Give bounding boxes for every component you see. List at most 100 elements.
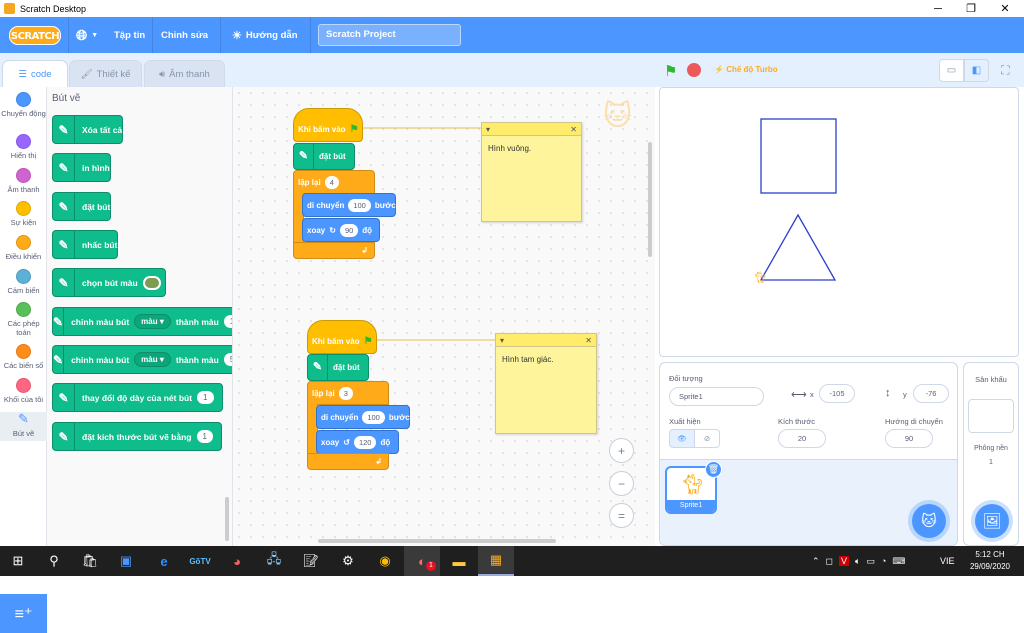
taskbar-notepad[interactable]: 📝︎ bbox=[293, 546, 329, 576]
wifi-icon[interactable]: ◔ bbox=[881, 556, 886, 566]
keyboard-icon[interactable]: ⌨ bbox=[892, 556, 905, 567]
category-my-blocks[interactable]: Khối của tôi bbox=[0, 378, 47, 404]
green-flag-icon[interactable]: ⚑ bbox=[664, 62, 677, 80]
clock[interactable]: 5:12 CH 29/09/2020 bbox=[960, 549, 1020, 573]
taskbar-edge[interactable]: e bbox=[146, 546, 182, 576]
meet-icon[interactable]: ◻ bbox=[826, 556, 833, 567]
when-flag-clicked-block[interactable]: Khi bấm vào ⚑ bbox=[307, 320, 377, 354]
palette-block-change-pen-size[interactable]: ✎ thay đổi độ dày của nét bút 1 bbox=[52, 383, 223, 412]
palette-block-stamp[interactable]: ✎ in hình bbox=[52, 153, 111, 182]
battery-icon[interactable]: ▭ bbox=[866, 556, 875, 567]
close-icon[interactable]: ✕ bbox=[585, 336, 592, 345]
value-input[interactable]: 1 bbox=[196, 430, 213, 443]
value-input[interactable]: 1 bbox=[223, 315, 232, 328]
tab-code[interactable]: ☰ code bbox=[2, 60, 68, 87]
taskbar-app[interactable]: ◐ 1 bbox=[404, 546, 440, 576]
zoom-out-button[interactable]: − bbox=[609, 471, 634, 496]
move-steps-block[interactable]: di chuyển 100 bước bbox=[302, 193, 396, 217]
tutorials-menu[interactable]: ☀ Hướng dẫn bbox=[232, 17, 298, 53]
category-looks[interactable]: Hiển thị bbox=[0, 134, 47, 160]
taskbar-paint[interactable]: ◕ bbox=[219, 546, 255, 576]
repeat-count-input[interactable]: 4 bbox=[324, 175, 339, 189]
comment-note[interactable]: ▾ ✕ Hình vuông. bbox=[481, 122, 582, 222]
search-button[interactable]: ⚲ bbox=[36, 546, 72, 576]
taskbar-settings[interactable]: ⚙ bbox=[330, 546, 366, 576]
when-flag-clicked-block[interactable]: Khi bấm vào ⚑ bbox=[293, 108, 363, 142]
choose-backdrop-button[interactable]: 🖼︎ bbox=[975, 504, 1009, 538]
stage-canvas[interactable]: 🐈︎ bbox=[659, 87, 1019, 357]
move-steps-block[interactable]: di chuyển 100 bước bbox=[316, 405, 410, 429]
taskbar-file-explorer[interactable]: ▬ bbox=[441, 546, 477, 576]
palette-block-set-pen-color[interactable]: ✎ chọn bút màu bbox=[52, 268, 166, 297]
repeat-block[interactable]: lặp lại 4 bbox=[293, 170, 375, 194]
comment-note[interactable]: ▾ ✕ Hình tam giác. bbox=[495, 333, 597, 434]
taskbar-network[interactable]: 🖧 bbox=[256, 546, 292, 576]
palette-block-change-pen-param[interactable]: ✎ chỉnh màu bút màu ▾ thành màu 5 bbox=[52, 345, 232, 374]
choose-sprite-button[interactable]: 🐱︎ bbox=[912, 504, 946, 538]
zoom-in-button[interactable]: + bbox=[609, 438, 634, 463]
move-steps-input[interactable]: 100 bbox=[362, 410, 385, 424]
hide-button[interactable]: ⊘ bbox=[694, 429, 720, 448]
param-dropdown[interactable]: màu ▾ bbox=[134, 352, 171, 367]
show-button[interactable]: 👁︎ bbox=[669, 429, 695, 448]
volume-icon[interactable]: 🔈︎ bbox=[855, 556, 860, 567]
category-pen[interactable]: ✎ Bút vẽ bbox=[0, 412, 47, 441]
stop-button[interactable] bbox=[687, 63, 701, 77]
sprite-name-input[interactable]: Sprite1 bbox=[669, 387, 764, 406]
close-window-button[interactable]: ✕ bbox=[988, 0, 1022, 17]
color-swatch[interactable] bbox=[142, 275, 161, 290]
comment-text[interactable]: Hình tam giác. bbox=[496, 347, 596, 372]
backdrop-thumbnail[interactable] bbox=[968, 399, 1014, 433]
comment-text[interactable]: Hình vuông. bbox=[482, 136, 581, 161]
pen-down-block[interactable]: ✎ đặt bút bbox=[307, 354, 369, 381]
turn-right-block[interactable]: xoay ↻ 90 độ bbox=[302, 218, 380, 242]
stage-selector-pane[interactable]: Sân khấu Phông nền 1 🖼︎ bbox=[963, 362, 1019, 546]
delete-sprite-button[interactable]: 🗑︎ bbox=[705, 461, 722, 478]
palette-block-pen-down[interactable]: ✎ đặt bút bbox=[52, 192, 112, 221]
palette-scrollbar[interactable] bbox=[225, 497, 229, 541]
turn-degrees-input[interactable]: 120 bbox=[353, 435, 377, 449]
palette-block-pen-up[interactable]: ✎ nhấc bút bbox=[52, 230, 119, 259]
maximize-button[interactable]: ❐ bbox=[954, 0, 988, 17]
turn-left-block[interactable]: xoay ↺ 120 độ bbox=[316, 430, 399, 454]
category-control[interactable]: Điều khiển bbox=[0, 235, 47, 261]
script-area[interactable]: 🐱︎ Khi bấm vào ⚑ ✎ đặt bút lặp lại 4 di … bbox=[233, 87, 655, 546]
minimize-button[interactable]: ─ bbox=[921, 0, 955, 17]
category-variables[interactable]: Các biến số bbox=[0, 344, 47, 370]
large-stage-button[interactable]: ◧ bbox=[964, 59, 989, 82]
chevron-up-icon[interactable]: ⌃ bbox=[812, 556, 820, 567]
taskbar-camera[interactable]: ▣ bbox=[108, 546, 144, 576]
param-dropdown[interactable]: màu ▾ bbox=[134, 314, 171, 329]
sprite-cat-icon[interactable]: 🐈︎ bbox=[753, 271, 767, 284]
category-sensing[interactable]: Cảm biến bbox=[0, 269, 47, 295]
category-motion[interactable]: Chuyển động bbox=[0, 92, 47, 118]
turn-degrees-input[interactable]: 90 bbox=[339, 223, 359, 237]
scratch-logo[interactable]: SCRATCH bbox=[9, 26, 61, 45]
taskbar-tv[interactable]: GõTV bbox=[182, 546, 218, 576]
x-input[interactable]: -105 bbox=[819, 384, 855, 403]
direction-input[interactable]: 90 bbox=[885, 429, 933, 448]
script-scrollbar-horizontal[interactable] bbox=[318, 539, 556, 543]
category-sound[interactable]: Âm thanh bbox=[0, 168, 47, 194]
repeat-block[interactable]: lặp lại 3 bbox=[307, 381, 389, 405]
tab-sounds[interactable]: 🔊︎ Âm thanh bbox=[144, 60, 225, 87]
language-menu[interactable]: 🌐︎ ▼ bbox=[76, 17, 98, 53]
file-menu[interactable]: Tập tin bbox=[114, 17, 145, 53]
repeat-count-input[interactable]: 3 bbox=[338, 386, 353, 400]
y-input[interactable]: -76 bbox=[913, 384, 949, 403]
small-stage-button[interactable]: ▭ bbox=[939, 59, 964, 82]
chevron-down-icon[interactable]: ▾ bbox=[486, 125, 490, 134]
close-icon[interactable]: ✕ bbox=[570, 125, 577, 134]
project-title-input[interactable]: Scratch Project bbox=[318, 24, 461, 46]
move-steps-input[interactable]: 100 bbox=[348, 198, 371, 212]
palette-block-set-pen-param[interactable]: ✎ chỉnh màu bút màu ▾ thành màu 1 bbox=[52, 307, 232, 336]
zoom-reset-button[interactable]: = bbox=[609, 503, 634, 528]
add-extension-button[interactable]: ≡⁺ bbox=[0, 594, 47, 633]
palette-block-set-pen-size[interactable]: ✎ đặt kích thước bút vẽ bằng 1 bbox=[52, 422, 222, 451]
language-indicator[interactable]: VIE bbox=[940, 546, 955, 576]
size-input[interactable]: 20 bbox=[778, 429, 826, 448]
fullscreen-button[interactable]: ⛶ bbox=[993, 59, 1018, 82]
av-icon[interactable]: V bbox=[839, 556, 850, 566]
palette-block-clear[interactable]: ✎ Xóa tất cả bbox=[52, 115, 124, 144]
tab-costumes[interactable]: 🖌︎ Thiết kế bbox=[69, 60, 142, 87]
